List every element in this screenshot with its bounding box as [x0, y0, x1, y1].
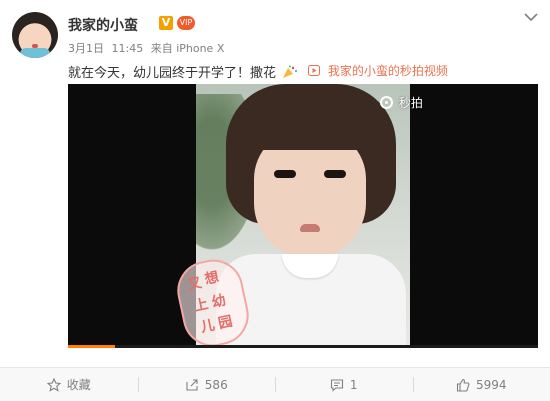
comment-icon [330, 378, 343, 392]
avatar-shirt [20, 48, 50, 58]
miaopai-logo-icon [380, 96, 393, 109]
sticker-char: 上 [192, 296, 210, 315]
favorite-label: 收藏 [66, 378, 91, 392]
child-mouth [300, 224, 320, 232]
sticker-char: 儿 [199, 317, 217, 336]
video-progress-track[interactable] [68, 345, 538, 348]
favorite-button[interactable]: 收藏 [0, 368, 138, 401]
party-icon [283, 65, 298, 78]
verified-badge[interactable]: V [159, 16, 173, 30]
avatar-mouth [32, 44, 38, 48]
like-button[interactable]: 5994 [412, 368, 550, 401]
post-source: 来自 iPhone X [150, 42, 225, 55]
video-link[interactable]: 我家的小蛮的秒拍视频 [308, 62, 448, 79]
username[interactable]: 我家的小蛮 [68, 15, 138, 35]
post-meta: 3月1日 11:45 来自 iPhone X [68, 40, 228, 56]
weibo-post-card: 我家的小蛮 V VIP 3月1日 11:45 来自 iPhone X 就在今天，… [0, 0, 550, 401]
repost-count: 586 [204, 377, 228, 392]
vip-badge[interactable]: VIP [177, 16, 195, 30]
miaopai-watermark: 秒拍 [380, 94, 423, 111]
star-icon [46, 377, 61, 392]
comment-count: 1 [349, 377, 358, 392]
post-date[interactable]: 3月1日 [68, 42, 104, 55]
like-count: 5994 [475, 377, 507, 392]
post-text: 就在今天，幼儿园终于开学了！撒花 [68, 62, 298, 81]
sticker-char: 幼 [210, 292, 228, 312]
comment-button[interactable]: 1 [275, 368, 413, 401]
video-link-label: 我家的小蛮的秒拍视频 [327, 64, 448, 78]
video-player[interactable]: 又 想 上 幼 儿 园 秒拍 [68, 84, 538, 348]
post-time[interactable]: 11:45 [112, 42, 144, 55]
sticker-char: 想 [203, 269, 221, 288]
play-icon [308, 65, 320, 76]
repost-button[interactable]: 586 [137, 368, 276, 401]
child-eye-right [324, 170, 346, 178]
post-body: 就在今天，幼儿园终于开学了！撒花 [68, 66, 277, 81]
action-bar: 收藏 586 1 5994 [0, 368, 550, 401]
chevron-down-icon[interactable] [524, 12, 538, 22]
sticker-char: 园 [216, 313, 234, 333]
child-eye-left [274, 170, 296, 178]
like-icon [456, 378, 470, 392]
child-fringe [244, 102, 374, 150]
avatar[interactable] [12, 12, 58, 58]
repost-icon [186, 378, 198, 391]
video-progress-fill [68, 345, 115, 348]
watermark-label: 秒拍 [398, 96, 423, 110]
sticker-char: 又 [186, 275, 204, 294]
